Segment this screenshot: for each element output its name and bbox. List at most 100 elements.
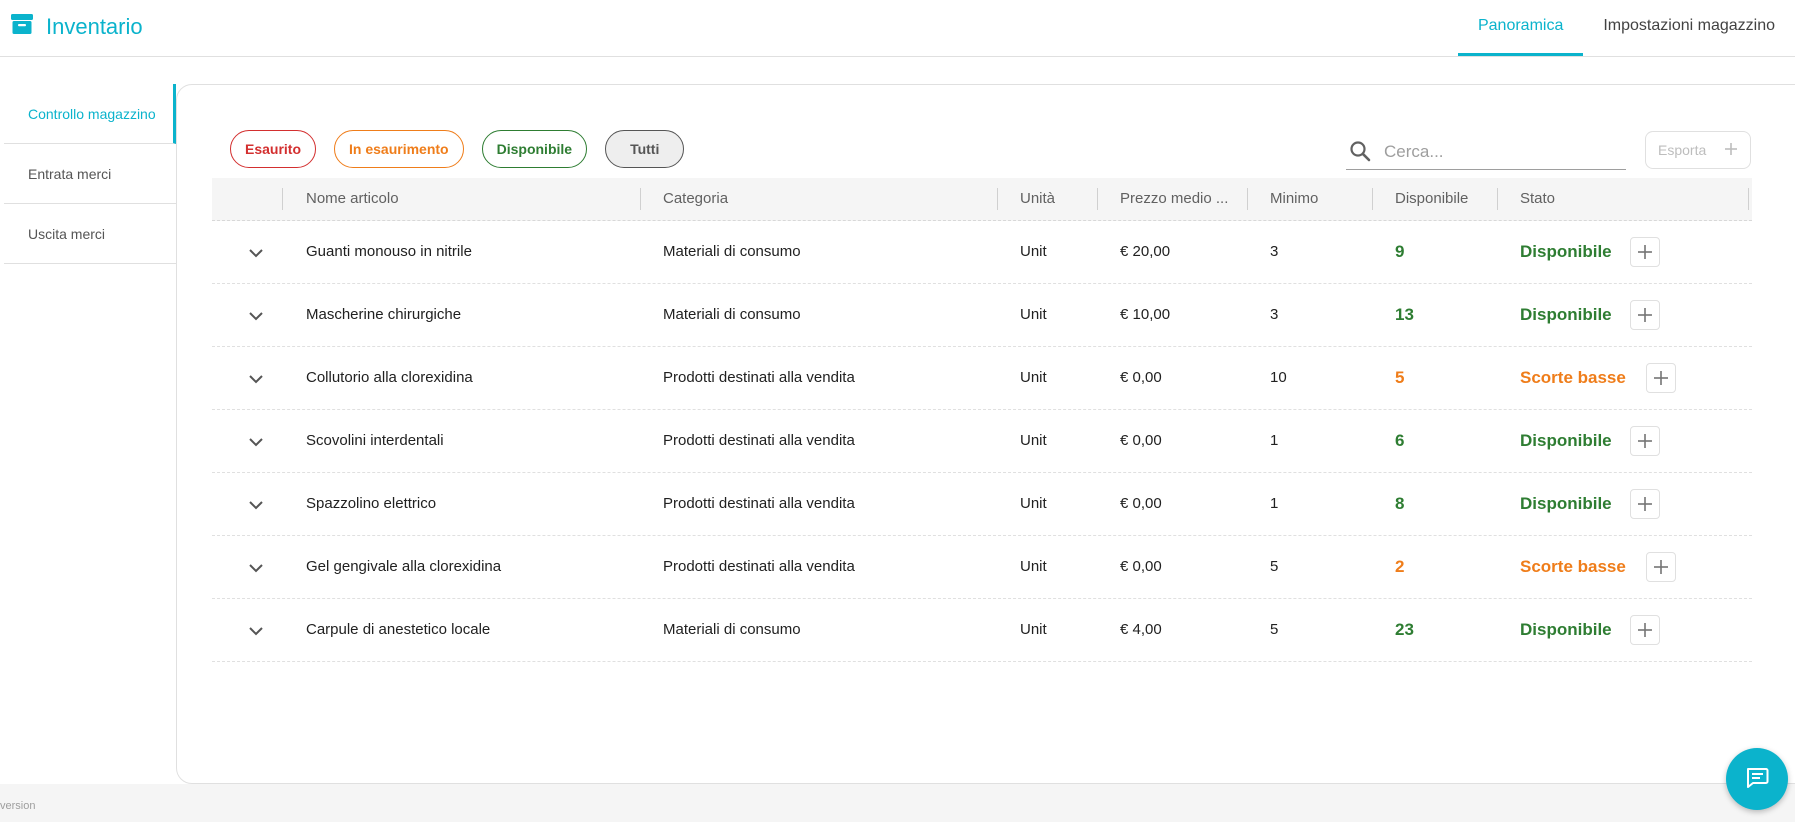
column-separator[interactable] [1372, 188, 1373, 210]
cell-category: Materiali di consumo [663, 306, 801, 323]
cell-unit: Unit [1020, 495, 1047, 512]
add-stock-button[interactable] [1630, 489, 1660, 519]
cell-unit: Unit [1020, 621, 1047, 638]
cell-minimum: 3 [1270, 306, 1279, 323]
cell-unit: Unit [1020, 243, 1047, 260]
add-stock-button[interactable] [1630, 237, 1660, 267]
cell-minimum: 3 [1270, 243, 1279, 260]
add-stock-button[interactable] [1646, 363, 1676, 393]
chevron-down-icon[interactable] [248, 308, 264, 329]
sidebar-item-controllo-magazzino[interactable]: Controllo magazzino [4, 84, 176, 144]
column-header-unit[interactable]: Unità [1020, 178, 1090, 220]
table-row: Scovolini interdentali Prodotti destinat… [212, 410, 1752, 473]
chevron-down-icon[interactable] [248, 434, 264, 455]
brand: Inventario [10, 12, 143, 41]
table-row: Mascherine chirurgiche Materiali di cons… [212, 284, 1752, 347]
top-bar: Inventario Panoramica Impostazioni magaz… [0, 0, 1795, 57]
footer: version [0, 784, 1795, 822]
chevron-down-icon[interactable] [248, 371, 264, 392]
add-stock-button[interactable] [1646, 552, 1676, 582]
cell-name: Collutorio alla clorexidina [306, 369, 473, 386]
cell-unit: Unit [1020, 369, 1047, 386]
cell-state: Disponibile [1520, 242, 1612, 261]
cell-category: Prodotti destinati alla vendita [663, 558, 855, 575]
table-row: Guanti monouso in nitrile Materiali di c… [212, 221, 1752, 284]
table-row: Spazzolino elettrico Prodotti destinati … [212, 473, 1752, 536]
cell-unit: Unit [1020, 306, 1047, 323]
filter-available-chip[interactable]: Disponibile [481, 130, 588, 168]
cell-unit: Unit [1020, 558, 1047, 575]
column-separator[interactable] [1497, 188, 1498, 210]
cell-available: 9 [1395, 242, 1405, 261]
tab-panoramica[interactable]: Panoramica [1457, 0, 1584, 56]
sidebar-item-entrata-merci[interactable]: Entrata merci [4, 144, 176, 204]
table-header: Nome articolo Categoria Unità Prezzo med… [212, 178, 1752, 221]
chevron-down-icon[interactable] [248, 497, 264, 518]
cell-category: Prodotti destinati alla vendita [663, 369, 855, 386]
table-row: Gel gengivale alla clorexidina Prodotti … [212, 536, 1752, 599]
cell-name: Mascherine chirurgiche [306, 306, 462, 323]
cell-category: Prodotti destinati alla vendita [663, 432, 855, 449]
tab-impostazioni-magazzino[interactable]: Impostazioni magazzino [1583, 0, 1795, 56]
cell-state: Disponibile [1520, 431, 1612, 450]
add-stock-button[interactable] [1630, 615, 1660, 645]
filter-out-of-stock-chip[interactable]: Esaurito [230, 130, 317, 168]
cell-category: Materiali di consumo [663, 621, 801, 638]
cell-state: Disponibile [1520, 305, 1612, 324]
table-row: Carpule di anestetico locale Materiali d… [212, 599, 1752, 662]
export-button[interactable]: Esporta [1645, 131, 1751, 169]
add-stock-button[interactable] [1630, 426, 1660, 456]
sidebar-item-uscita-merci[interactable]: Uscita merci [4, 204, 176, 264]
column-header-minimum[interactable]: Minimo [1270, 178, 1360, 220]
filter-low-stock-chip[interactable]: In esaurimento [334, 130, 464, 168]
cell-state: Scorte basse [1520, 557, 1626, 576]
chevron-down-icon[interactable] [248, 560, 264, 581]
cell-price: € 0,00 [1120, 495, 1162, 512]
cell-minimum: 1 [1270, 432, 1279, 449]
cell-category: Prodotti destinati alla vendita [663, 495, 855, 512]
column-header-available[interactable]: Disponibile [1395, 178, 1495, 220]
filter-chips: Esaurito In esaurimento Disponibile Tutt… [230, 130, 685, 168]
column-header-state[interactable]: Stato [1520, 178, 1620, 220]
search-icon [1348, 139, 1372, 168]
cell-state: Disponibile [1520, 620, 1612, 639]
sidebar: Controllo magazzino Entrata merci Uscita… [0, 84, 176, 264]
add-stock-button[interactable] [1630, 300, 1660, 330]
search-input[interactable] [1382, 138, 1616, 166]
cell-available: 2 [1395, 557, 1405, 576]
cell-state: Scorte basse [1520, 368, 1626, 387]
column-separator[interactable] [1097, 188, 1098, 210]
cell-available: 13 [1395, 305, 1414, 324]
cell-available: 5 [1395, 368, 1405, 387]
cell-name: Gel gengivale alla clorexidina [306, 558, 502, 575]
column-header-price[interactable]: Prezzo medio ... [1120, 178, 1236, 220]
column-separator[interactable] [1247, 188, 1248, 210]
inventory-table: Nome articolo Categoria Unità Prezzo med… [212, 178, 1752, 662]
cell-price: € 0,00 [1120, 369, 1162, 386]
app-title: Inventario [46, 13, 143, 39]
cell-unit: Unit [1020, 432, 1047, 449]
column-separator[interactable] [640, 188, 641, 210]
filter-all-chip[interactable]: Tutti [605, 130, 685, 168]
chat-button[interactable] [1726, 748, 1788, 810]
column-separator[interactable] [282, 188, 283, 210]
cell-name: Carpule di anestetico locale [306, 621, 491, 638]
cell-name: Spazzolino elettrico [306, 495, 437, 512]
cell-minimum: 5 [1270, 558, 1279, 575]
chevron-down-icon[interactable] [248, 623, 264, 644]
column-header-category[interactable]: Categoria [663, 178, 943, 220]
search-field [1346, 134, 1626, 170]
cell-name: Scovolini interdentali [306, 432, 444, 449]
cell-available: 8 [1395, 494, 1405, 513]
column-separator[interactable] [997, 188, 998, 210]
cell-price: € 20,00 [1120, 243, 1171, 260]
cell-price: € 0,00 [1120, 558, 1162, 575]
cell-name: Guanti monouso in nitrile [306, 243, 472, 260]
chevron-down-icon[interactable] [248, 245, 264, 266]
column-separator[interactable] [1748, 188, 1749, 210]
cell-available: 23 [1395, 620, 1414, 639]
table-body: Guanti monouso in nitrile Materiali di c… [212, 221, 1752, 662]
cell-price: € 0,00 [1120, 432, 1162, 449]
archive-box-icon [10, 12, 34, 41]
column-header-name[interactable]: Nome articolo [306, 178, 586, 220]
